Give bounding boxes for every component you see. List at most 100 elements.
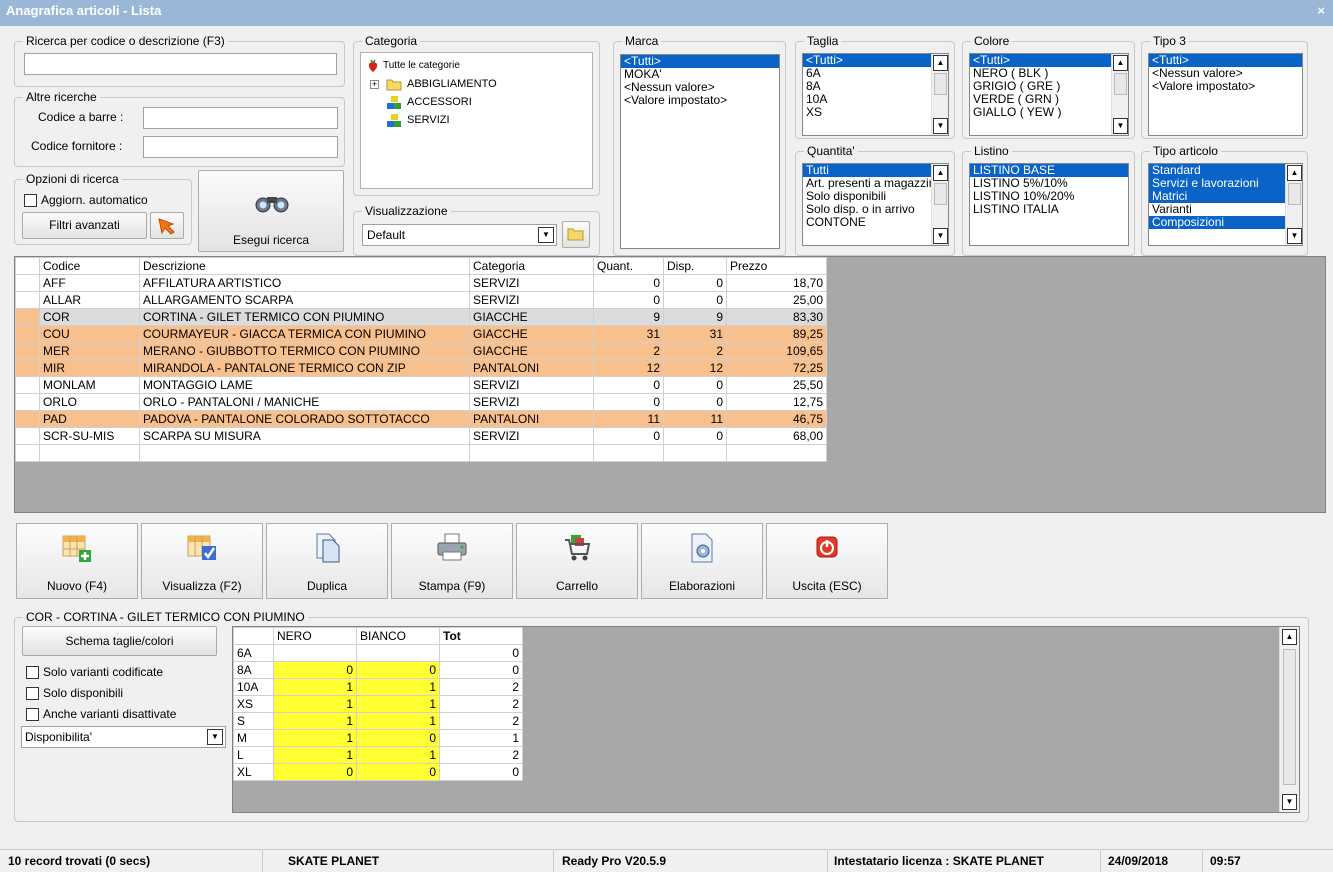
variant-cell-bianco[interactable]: 0 bbox=[356, 661, 440, 679]
chevron-up-icon[interactable]: ▲ bbox=[933, 165, 948, 181]
variant-row[interactable]: 6A 0 bbox=[233, 644, 523, 662]
cell-disp[interactable]: 0 bbox=[663, 376, 727, 394]
list-item[interactable]: 10A bbox=[803, 93, 948, 106]
chevron-down-icon[interactable]: ▼ bbox=[1113, 118, 1128, 134]
size-list[interactable]: <Tutti> 6A 8A 10A XS ▲ ▼ bbox=[802, 53, 949, 136]
list-item[interactable]: LISTINO 10%/20% bbox=[970, 190, 1128, 203]
list-item[interactable]: Varianti bbox=[1149, 203, 1285, 216]
cell-prezzo[interactable]: 89,25 bbox=[726, 325, 827, 343]
list-item[interactable]: XS bbox=[803, 106, 948, 119]
processing-button[interactable]: Elaborazioni bbox=[641, 523, 763, 599]
column-header-categoria[interactable]: Categoria bbox=[469, 257, 594, 275]
list-item[interactable]: CONTONE bbox=[803, 216, 931, 229]
cell-prezzo[interactable]: 109,65 bbox=[726, 342, 827, 360]
category-root[interactable]: Tutte le categorie bbox=[383, 60, 460, 71]
cell-quant[interactable]: 0 bbox=[593, 291, 664, 309]
cell-disp[interactable]: 31 bbox=[663, 325, 727, 343]
list-item[interactable]: Matrici bbox=[1149, 190, 1285, 203]
variant-row[interactable]: XS 1 1 2 bbox=[233, 695, 523, 713]
cell-codice[interactable]: PAD bbox=[39, 410, 140, 428]
cell-prezzo[interactable]: 25,50 bbox=[726, 376, 827, 394]
cell-categoria[interactable]: SERVIZI bbox=[469, 376, 594, 394]
scroll-thumb[interactable] bbox=[1288, 183, 1301, 205]
list-item[interactable]: <Tutti> bbox=[621, 55, 779, 68]
item-type-list[interactable]: Standard Servizi e lavorazioni Matrici V… bbox=[1148, 163, 1303, 246]
cell-disp[interactable]: 11 bbox=[663, 410, 727, 428]
chevron-up-icon[interactable]: ▲ bbox=[1282, 629, 1297, 645]
list-item[interactable]: <Nessun valore> bbox=[1149, 67, 1302, 80]
scroll-thumb[interactable] bbox=[1283, 649, 1296, 785]
cell-quant[interactable]: 9 bbox=[593, 308, 664, 326]
variant-cell-nero[interactable]: 1 bbox=[273, 746, 357, 764]
variant-cell-nero[interactable]: 1 bbox=[273, 678, 357, 696]
cell-quant[interactable]: 0 bbox=[593, 274, 664, 292]
list-item[interactable]: <Nessun valore> bbox=[621, 81, 779, 94]
cell-prezzo[interactable]: 25,00 bbox=[726, 291, 827, 309]
cell-categoria[interactable]: GIACCHE bbox=[469, 342, 594, 360]
chevron-down-icon[interactable]: ▼ bbox=[1287, 228, 1302, 244]
open-folder-button[interactable] bbox=[562, 221, 590, 248]
list-item[interactable]: Servizi e lavorazioni bbox=[1149, 177, 1285, 190]
cell-codice[interactable]: ORLO bbox=[39, 393, 140, 411]
row-selector[interactable] bbox=[15, 325, 40, 343]
table-row[interactable]: ORLO ORLO - PANTALONI / MANICHE SERVIZI 0 0 1… bbox=[15, 393, 827, 411]
cell-quant[interactable]: 2 bbox=[593, 342, 664, 360]
chevron-down-icon[interactable]: ▼ bbox=[933, 118, 948, 134]
list-item[interactable]: NERO ( BLK ) bbox=[970, 67, 1128, 80]
table-row[interactable]: AFF AFFILATURA ARTISTICO SERVIZI 0 0 18,70 bbox=[15, 274, 827, 292]
cell-codice[interactable]: COR bbox=[39, 308, 140, 326]
chevron-down-icon[interactable]: ▼ bbox=[933, 228, 948, 244]
scroll-thumb[interactable] bbox=[934, 183, 947, 205]
category-item-accessori[interactable]: ACCESSORI bbox=[407, 96, 472, 108]
row-selector[interactable] bbox=[15, 427, 40, 445]
cell-codice[interactable]: ALLAR bbox=[39, 291, 140, 309]
row-selector[interactable] bbox=[15, 291, 40, 309]
cell-disp[interactable]: 9 bbox=[663, 308, 727, 326]
list-item[interactable]: 6A bbox=[803, 67, 948, 80]
cell-quant[interactable]: 0 bbox=[593, 427, 664, 445]
cell-codice[interactable]: SCR-SU-MIS bbox=[39, 427, 140, 445]
empty-cell[interactable] bbox=[469, 444, 594, 462]
variant-cell-bianco[interactable]: 0 bbox=[356, 763, 440, 781]
list-item[interactable]: <Tutti> bbox=[803, 54, 931, 67]
table-row[interactable]: SCR-SU-MIS SCARPA SU MISURA SERVIZI 0 0 68,00 bbox=[15, 427, 827, 445]
list-item[interactable]: GIALLO ( YEW ) bbox=[970, 106, 1128, 119]
table-row[interactable]: MONLAM MONTAGGIO LAME SERVIZI 0 0 25,50 bbox=[15, 376, 827, 394]
variant-cell-nero[interactable]: 1 bbox=[273, 729, 357, 747]
row-selector[interactable] bbox=[15, 410, 40, 428]
cell-categoria[interactable]: SERVIZI bbox=[469, 393, 594, 411]
cell-disp[interactable]: 12 bbox=[663, 359, 727, 377]
cell-descrizione[interactable]: PADOVA - PANTALONE COLORADO SOTTOTACCO bbox=[139, 410, 470, 428]
cell-descrizione[interactable]: COURMAYEUR - GIACCA TERMICA CON PIUMINO bbox=[139, 325, 470, 343]
cell-disp[interactable]: 0 bbox=[663, 274, 727, 292]
table-row[interactable]: MIR MIRANDOLA - PANTALONE TERMICO CON ZIP… bbox=[15, 359, 827, 377]
column-header-codice[interactable]: Codice bbox=[39, 257, 140, 275]
variant-grid[interactable]: NERO BIANCO Tot 6A 0 8A 0 0 0 10A 1 1 2 XS 1 1 2 S 1 1 2 M… bbox=[233, 627, 523, 781]
list-item[interactable]: <Tutti> bbox=[970, 54, 1111, 67]
list-item[interactable]: <Valore impostato> bbox=[621, 94, 779, 107]
cell-descrizione[interactable]: MERANO - GIUBBOTTO TERMICO CON PIUMINO bbox=[139, 342, 470, 360]
list-item[interactable]: LISTINO 5%/10% bbox=[970, 177, 1128, 190]
list-item[interactable]: VERDE ( GRN ) bbox=[970, 93, 1128, 106]
disabled-variants-checkbox[interactable] bbox=[26, 708, 39, 721]
variant-row[interactable]: L112 bbox=[233, 746, 523, 764]
list-item[interactable]: <Tutti> bbox=[1149, 54, 1302, 67]
supplier-code-input[interactable] bbox=[143, 136, 338, 158]
row-selector[interactable] bbox=[15, 393, 40, 411]
cell-disp[interactable]: 2 bbox=[663, 342, 727, 360]
table-row[interactable]: MER MERANO - GIUBBOTTO TERMICO CON PIUMIN… bbox=[15, 342, 827, 360]
list-item[interactable]: Tutti bbox=[803, 164, 931, 177]
empty-cell[interactable] bbox=[39, 444, 140, 462]
table-row[interactable]: PAD PADOVA - PANTALONE COLORADO SOTTOTACC… bbox=[15, 410, 827, 428]
item-type-scrollbar[interactable]: ▲ ▼ bbox=[1285, 164, 1302, 245]
cell-prezzo[interactable]: 18,70 bbox=[726, 274, 827, 292]
variant-row[interactable]: S112 bbox=[233, 712, 523, 730]
expand-icon[interactable]: + bbox=[370, 80, 379, 89]
chevron-up-icon[interactable]: ▲ bbox=[1113, 55, 1128, 71]
cell-prezzo[interactable]: 46,75 bbox=[726, 410, 827, 428]
list-item[interactable]: 8A bbox=[803, 80, 948, 93]
variant-row[interactable]: 8A 0 0 0 bbox=[233, 661, 523, 679]
cell-codice[interactable]: MONLAM bbox=[39, 376, 140, 394]
chevron-down-icon[interactable]: ▼ bbox=[538, 227, 554, 243]
chevron-down-icon[interactable]: ▼ bbox=[1282, 794, 1297, 810]
